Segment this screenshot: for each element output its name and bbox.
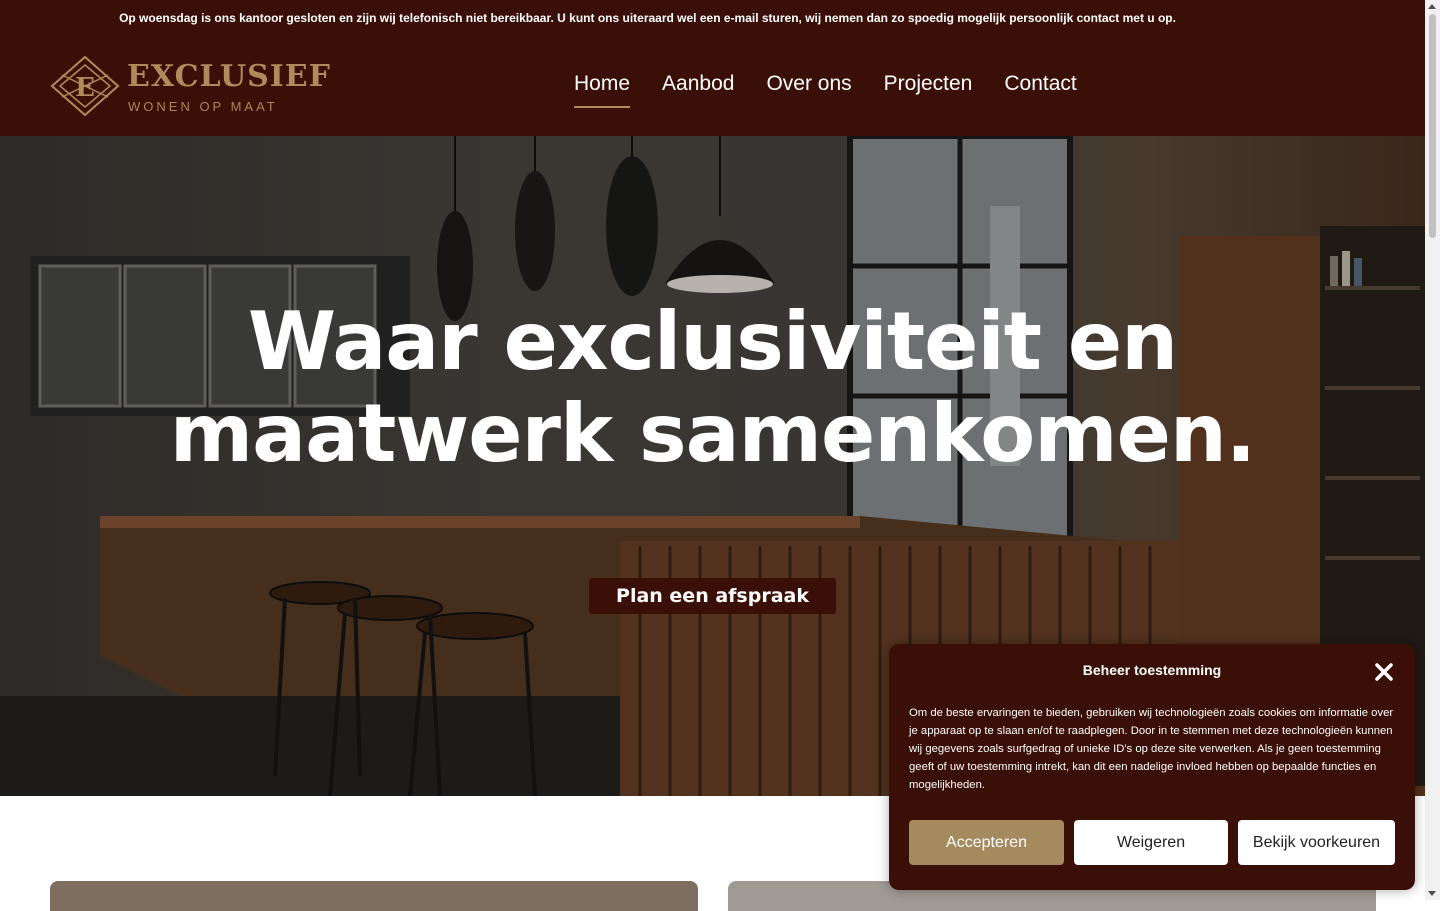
nav-over-ons[interactable]: Over ons [752, 68, 869, 108]
scroll-down-arrow-icon[interactable] [1428, 891, 1436, 896]
deny-button[interactable]: Weigeren [1074, 820, 1228, 865]
logo-name: EXCLUSIEF [127, 59, 331, 94]
main-nav: Home Aanbod Over ons Projecten Contact [560, 68, 1095, 108]
hero-headline-line2: maatwerk samenkomen. [169, 387, 1256, 480]
plan-appointment-button[interactable]: Plan een afspraak [589, 578, 836, 614]
scroll-thumb[interactable] [1429, 14, 1436, 238]
page-scrollbar[interactable] [1425, 0, 1440, 900]
view-preferences-button[interactable]: Bekijk voorkeuren [1238, 820, 1395, 865]
cookie-consent-dialog: Beheer toestemming Om de beste ervaringe… [889, 644, 1415, 890]
nav-aanbod[interactable]: Aanbod [648, 68, 752, 108]
site-logo[interactable]: E EXCLUSIEF WONEN OP MAAT [50, 55, 330, 117]
notice-bar: Op woensdag is ons kantoor gesloten en z… [119, 11, 1176, 25]
logo-mark: E [75, 73, 95, 103]
nav-home[interactable]: Home [560, 68, 648, 108]
project-card-1[interactable] [50, 881, 698, 911]
consent-text: Om de beste ervaringen te bieden, gebrui… [909, 707, 1394, 791]
logo-diamond-icon: E [50, 55, 120, 117]
consent-title: Beheer toestemming [1082, 662, 1222, 678]
nav-projecten[interactable]: Projecten [870, 68, 991, 108]
site-header: Op woensdag is ons kantoor gesloten en z… [0, 0, 1425, 136]
nav-contact[interactable]: Contact [990, 68, 1094, 108]
accept-button[interactable]: Accepteren [909, 820, 1064, 865]
scroll-up-arrow-icon[interactable] [1428, 4, 1436, 9]
hero-headline: Waar exclusiviteit en maatwerk samenkome… [0, 296, 1425, 480]
close-icon[interactable] [1374, 662, 1394, 682]
hero-headline-line1: Waar exclusiviteit en [247, 295, 1178, 388]
logo-tagline: WONEN OP MAAT [128, 99, 278, 114]
